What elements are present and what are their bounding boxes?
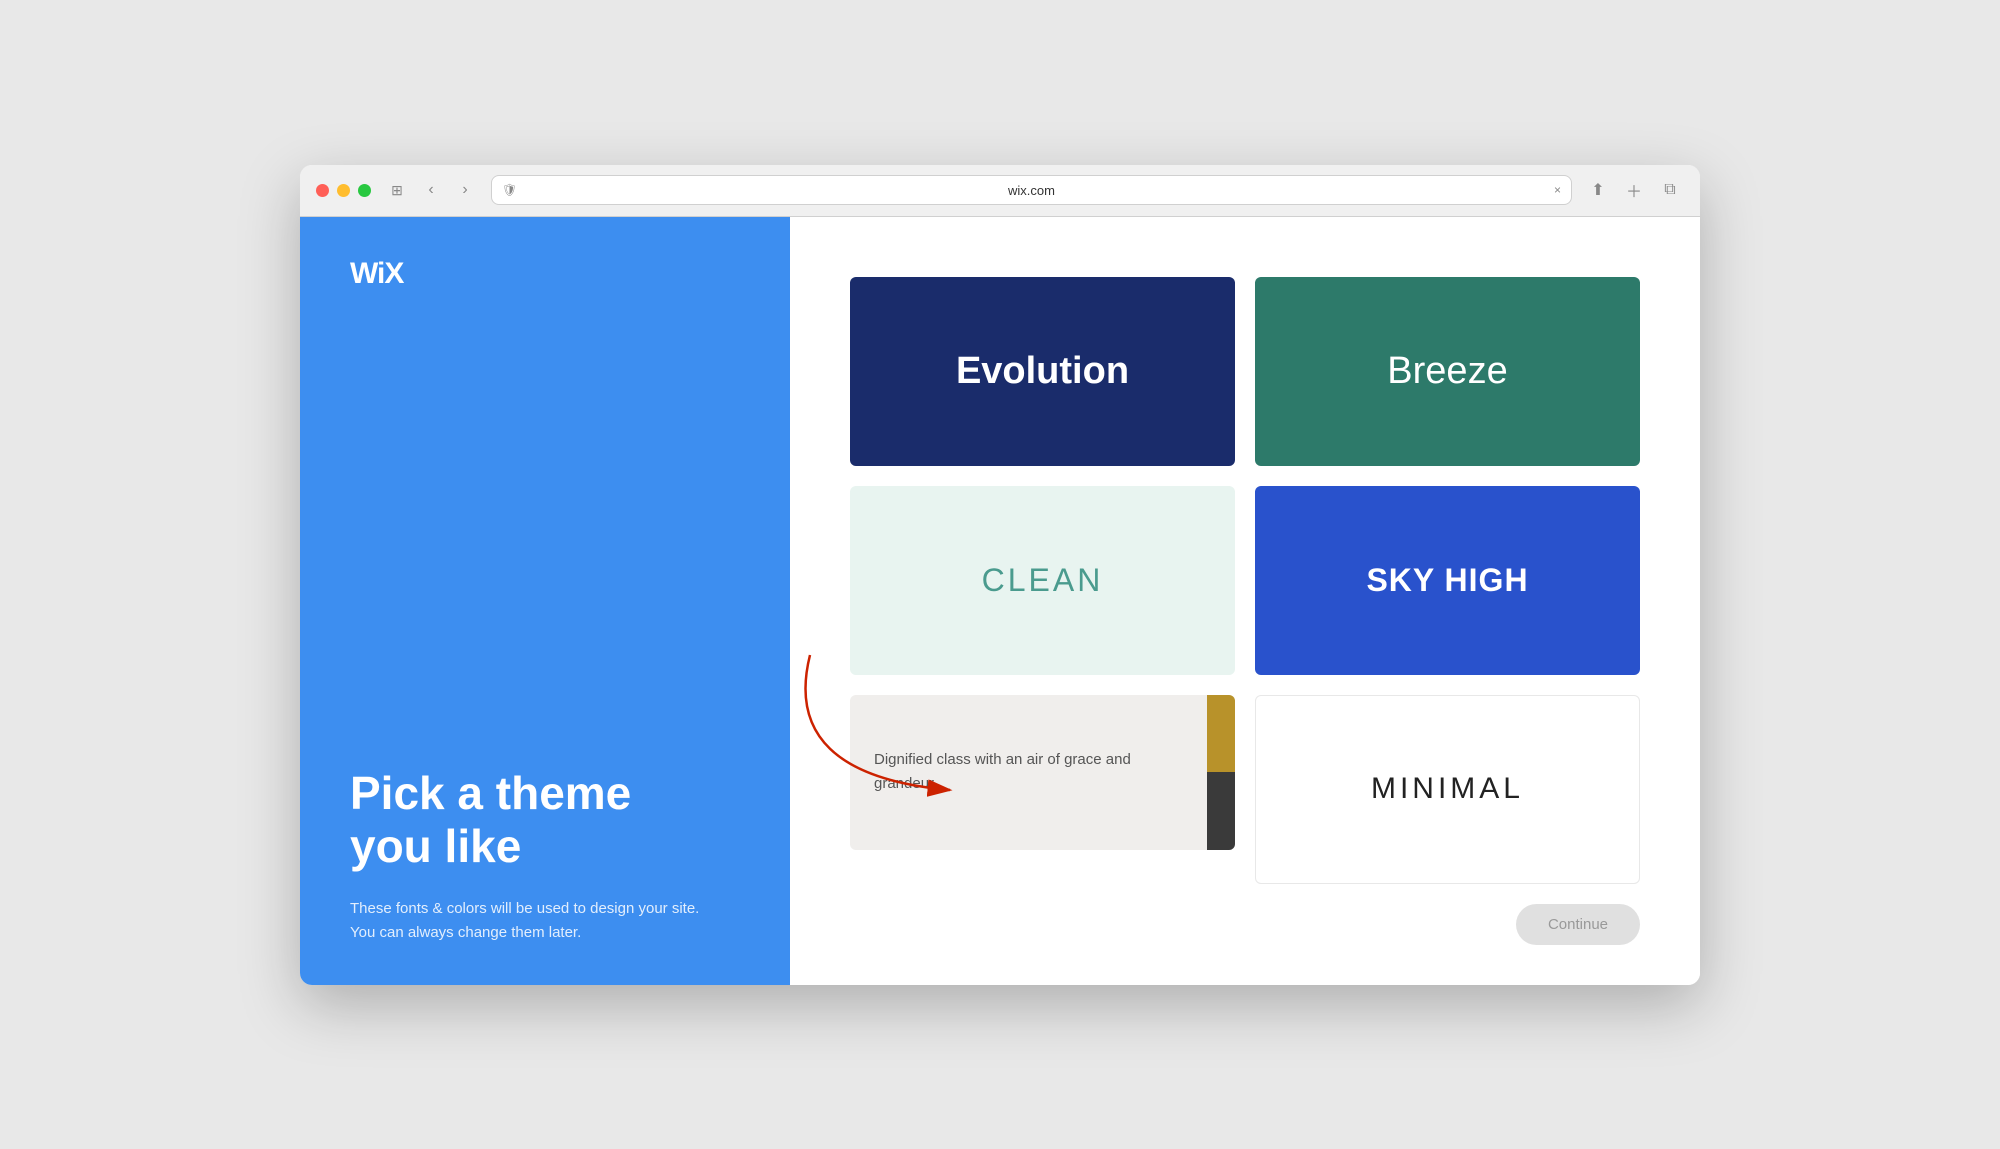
page-heading: Pick a theme you like [350, 767, 740, 873]
left-panel: WiX Pick a theme you like These fonts & … [300, 217, 790, 985]
grandeur-wrapper: Dignified class with an air of grace and… [850, 695, 1235, 884]
left-content: Pick a theme you like These fonts & colo… [350, 767, 740, 945]
right-panel: Evolution Breeze CLEAN SKY HIGH [790, 217, 1700, 985]
theme-card-skyhigh[interactable]: SKY HIGH [1255, 486, 1640, 675]
browser-actions: ⬆ ＋ ⧉ [1584, 176, 1684, 204]
bottom-bar: Continue [850, 904, 1640, 945]
wix-logo: WiX [350, 257, 740, 291]
split-view-icon[interactable]: ⧉ [1656, 176, 1684, 204]
theme-card-breeze[interactable]: Breeze [1255, 277, 1640, 466]
maximize-button[interactable] [358, 184, 371, 197]
logo-text: WiX [350, 257, 403, 290]
themes-grid: Evolution Breeze CLEAN SKY HIGH [850, 277, 1640, 884]
theme-label-evolution: Evolution [956, 350, 1129, 393]
forward-button[interactable]: › [451, 176, 479, 204]
back-button[interactable]: ‹ [417, 176, 445, 204]
theme-label-skyhigh: SKY HIGH [1366, 562, 1528, 599]
grandeur-swatches [1207, 695, 1235, 850]
grandeur-text-area: Dignified class with an air of grace and… [850, 695, 1207, 850]
continue-button[interactable]: Continue [1516, 904, 1640, 945]
theme-label-breeze: Breeze [1387, 350, 1507, 393]
share-icon[interactable]: ⬆ [1584, 176, 1612, 204]
theme-card-evolution[interactable]: Evolution [850, 277, 1235, 466]
app-body: WiX Pick a theme you like These fonts & … [300, 217, 1700, 985]
theme-card-minimal[interactable]: MINIMAL [1255, 695, 1640, 884]
theme-label-minimal: MINIMAL [1371, 772, 1524, 806]
nav-buttons: ⊞ ‹ › [383, 176, 479, 204]
theme-card-grandeur[interactable]: Dignified class with an air of grace and… [850, 695, 1235, 850]
swatch-dark [1207, 772, 1235, 850]
tab-bar: 🛡 wix.com × [491, 175, 1572, 205]
grandeur-description: Dignified class with an air of grace and… [874, 748, 1183, 796]
browser-window: ⊞ ‹ › 🛡 wix.com × ⬆ ＋ ⧉ WiX Pick a the [300, 165, 1700, 985]
url-text: wix.com [1008, 183, 1055, 198]
page-subtext: These fonts & colors will be used to des… [350, 897, 740, 945]
tab-switcher-icon[interactable]: ⊞ [383, 176, 411, 204]
shield-icon: 🛡 [502, 183, 517, 197]
minimize-button[interactable] [337, 184, 350, 197]
address-bar[interactable]: 🛡 wix.com × [491, 175, 1572, 205]
traffic-lights [316, 184, 371, 197]
theme-label-clean: CLEAN [982, 562, 1104, 599]
new-tab-icon[interactable]: ＋ [1620, 176, 1648, 204]
browser-chrome: ⊞ ‹ › 🛡 wix.com × ⬆ ＋ ⧉ [300, 165, 1700, 217]
theme-card-clean[interactable]: CLEAN [850, 486, 1235, 675]
swatch-gold [1207, 695, 1235, 773]
grandeur-content: Dignified class with an air of grace and… [850, 695, 1235, 850]
tab-close-icon[interactable]: × [1554, 183, 1561, 197]
close-button[interactable] [316, 184, 329, 197]
